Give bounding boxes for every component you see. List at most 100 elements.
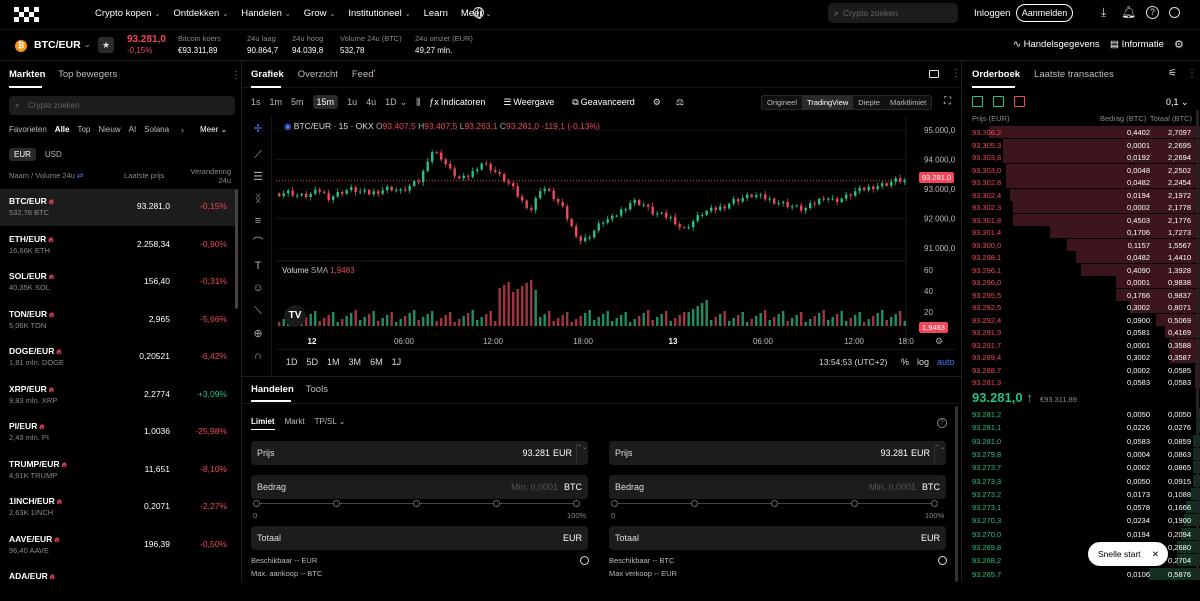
view-tradingview[interactable]: TradingView	[802, 96, 854, 109]
timeframe-1m[interactable]: 1m	[270, 97, 283, 107]
ask-row[interactable]: 93.295,5 0,1766 0,9837	[966, 288, 1200, 302]
view-origineel[interactable]: Origineel	[762, 96, 802, 109]
top-search-input[interactable]: ⌕ Crypto zoeken	[828, 3, 958, 23]
fib-icon[interactable]: ≡	[249, 214, 267, 228]
buy-total-field[interactable]: Totaal EUR	[251, 526, 588, 550]
globe-icon[interactable]	[473, 7, 484, 19]
settings-gear-icon[interactable]: ⚙	[1174, 38, 1184, 51]
zoom-icon[interactable]: ⊕	[249, 327, 267, 341]
sell-total-field[interactable]: Totaal EUR	[609, 526, 946, 550]
signup-button[interactable]: Aanmelden	[1016, 4, 1073, 22]
view-diepte[interactable]: Diepte	[853, 96, 885, 109]
ask-row[interactable]: 93.300,0 0,1157 1,5567	[966, 238, 1200, 252]
more-vertical-icon[interactable]: ⋮	[231, 70, 241, 81]
currency-eur[interactable]: EUR	[9, 148, 36, 161]
buy-percent-slider[interactable]	[253, 499, 580, 509]
nav-item-3[interactable]: Grow ⌄	[304, 8, 336, 19]
bid-row[interactable]: 93.273,2 0,0173 0,1088	[966, 487, 1200, 501]
filter-all[interactable]: Alle	[55, 125, 70, 134]
tool-layout[interactable]: ☰ Weergave	[503, 97, 563, 108]
view-both-icon[interactable]	[972, 96, 983, 107]
ask-row[interactable]: 93.291,7 0,0001 0,3588	[966, 338, 1200, 352]
sell-price-field[interactable]: Prijs 93.281 EUR ⌃⌄	[609, 441, 946, 465]
ask-row[interactable]: 93.296,1 0,4090 1,3928	[966, 263, 1200, 277]
ask-row[interactable]: 93.296,0 0,0001 0,9838	[966, 276, 1200, 289]
pattern-icon[interactable]: ᛝ	[249, 192, 267, 206]
login-link[interactable]: Inloggen	[974, 8, 1010, 19]
tab-feed[interactable]: Feed•	[352, 69, 376, 80]
more-vertical-icon[interactable]: ⋮	[951, 68, 961, 79]
emoji-icon[interactable]: ☺	[249, 281, 267, 295]
range-5D[interactable]: 5D	[307, 357, 319, 367]
bid-row[interactable]: 93.265,7 0,0106 0,5876	[966, 567, 1200, 581]
market-row[interactable]: 1INCH/EUR 🔥︎ 2,63K 1INCH 0,2071 -2,27%	[0, 489, 237, 526]
market-row[interactable]: XRP/EUR 🔥︎ 9,83 mln. XRP 2,2774 +3,09%	[0, 377, 237, 414]
ask-row[interactable]: 93.305,3 0,0001 2,2695	[966, 138, 1200, 152]
filter-more[interactable]: Meer ⌄	[200, 125, 227, 134]
window-icon[interactable]	[929, 70, 939, 78]
ask-row[interactable]: 93.289,4 0,3002 0,3587	[966, 351, 1200, 364]
timeframe-1s[interactable]: 1s	[251, 97, 261, 107]
ruler-icon[interactable]: ⟍	[249, 304, 267, 318]
scale-icon[interactable]: ⚖	[676, 97, 684, 108]
bid-row[interactable]: 93.281,1 0,0226 0,0276	[966, 421, 1200, 434]
col-change[interactable]: Verandering 24u	[181, 167, 231, 185]
ask-row[interactable]: 93.303,8 0,0192 2,2694	[966, 151, 1200, 164]
timeframe-4u[interactable]: 4u	[366, 97, 376, 107]
tab-top-movers[interactable]: Top bewegers	[58, 69, 117, 80]
language-globe-icon[interactable]	[1169, 7, 1180, 18]
bell-icon[interactable]: 🔔︎	[1121, 6, 1136, 19]
market-row[interactable]: ETH/EUR 🔥︎ 16,66K ETH 2.258,34 -0,90%	[0, 227, 237, 264]
tab-trade[interactable]: Handelen	[251, 384, 294, 395]
ask-row[interactable]: 93.302,4 0,0194 2,1972	[966, 188, 1200, 202]
stat-bitcoin-price[interactable]: Bitcoin koers €93.311,89	[178, 34, 221, 55]
ask-row[interactable]: 93.288,7 0,0002 0,0585	[966, 363, 1200, 377]
filter-favorites[interactable]: Favorieten	[9, 125, 47, 134]
candle-type-icon[interactable]: ⫼	[416, 97, 420, 108]
ask-row[interactable]: 93.298,1 0,0482 1,4410	[966, 251, 1200, 264]
star-icon[interactable]: ★	[98, 37, 114, 53]
scrollbar[interactable]	[955, 406, 958, 582]
ask-row[interactable]: 93.302,8 0,0482 2,2454	[966, 176, 1200, 189]
tradingview-logo[interactable]: TV	[284, 305, 306, 327]
magnet-icon[interactable]: ∩	[249, 349, 267, 363]
range-1J[interactable]: 1J	[392, 357, 402, 367]
ask-row[interactable]: 93.292,5 0,3002 0,8071	[966, 301, 1200, 314]
market-row[interactable]: ADA/EUR 🔥︎	[0, 564, 237, 601]
filter-sliders-icon[interactable]: ⚟	[1168, 68, 1177, 79]
settings-gear-icon[interactable]: ⚙	[935, 336, 943, 347]
bid-row[interactable]: 93.273,7 0,0002 0,0865	[966, 461, 1200, 474]
trade-data-button[interactable]: ∿ Handelsgegevens	[1013, 39, 1100, 50]
ask-row[interactable]: 93.301,4 0,1706 1,7273	[966, 226, 1200, 239]
timeframe-1u[interactable]: 1u	[347, 97, 357, 107]
range-1M[interactable]: 1M	[327, 357, 340, 367]
fullscreen-icon[interactable]: ⛶	[944, 96, 951, 107]
brush-icon[interactable]: ⌒	[249, 236, 267, 250]
chevron-down-icon[interactable]: ⌄	[400, 97, 408, 108]
market-row[interactable]: DOGE/EUR 🔥︎ 1,81 mln. DOGE 0,20521 -6,42%	[0, 339, 237, 376]
nav-item-2[interactable]: Handelen ⌄	[241, 8, 291, 19]
scale-auto[interactable]: auto	[937, 357, 955, 367]
sell-price-stepper[interactable]: ⌃⌄	[934, 443, 945, 463]
ask-row[interactable]: 93.281,3 0,0583 0,0583	[966, 376, 1200, 389]
nav-item-4[interactable]: Institutioneel ⌄	[348, 8, 410, 19]
buy-price-field[interactable]: Prijs 93.281 EUR ⌃⌄	[251, 441, 588, 465]
scale-percent[interactable]: %	[901, 357, 909, 367]
tab-markets[interactable]: Markten	[9, 69, 45, 80]
more-vertical-icon[interactable]: ⋮	[1187, 68, 1197, 79]
ask-row[interactable]: 93.302,3 0,0002 2,1778	[966, 201, 1200, 214]
bid-row[interactable]: 93.281,2 0,0050 0,0050	[966, 408, 1200, 421]
market-row[interactable]: TON/EUR 🔥︎ 5,06K TON 2,965 -5,66%	[0, 302, 237, 339]
ask-row[interactable]: 93.291,9 0,0581 0,4169	[966, 326, 1200, 339]
bid-row[interactable]: 93.273,3 0,0050 0,0915	[966, 474, 1200, 488]
timeframe-5m[interactable]: 5m	[291, 97, 304, 107]
sell-amount-field[interactable]: Bedrag Min. 0,0001 BTC	[609, 475, 946, 499]
view-marktlimiet[interactable]: Marktlimiet	[885, 96, 931, 109]
tool-advanced[interactable]: ⧉ Geavanceerd	[572, 97, 643, 108]
tab-overview[interactable]: Overzicht	[298, 69, 338, 80]
precision-select[interactable]: 0,1 ⌄	[1166, 97, 1189, 108]
order-market[interactable]: Markt	[285, 417, 305, 430]
close-icon[interactable]: ✕	[1152, 542, 1159, 566]
bid-row[interactable]: 93.279,8 0,0004 0,0863	[966, 447, 1200, 461]
chart-settings-icon[interactable]: ⚙	[653, 97, 661, 108]
